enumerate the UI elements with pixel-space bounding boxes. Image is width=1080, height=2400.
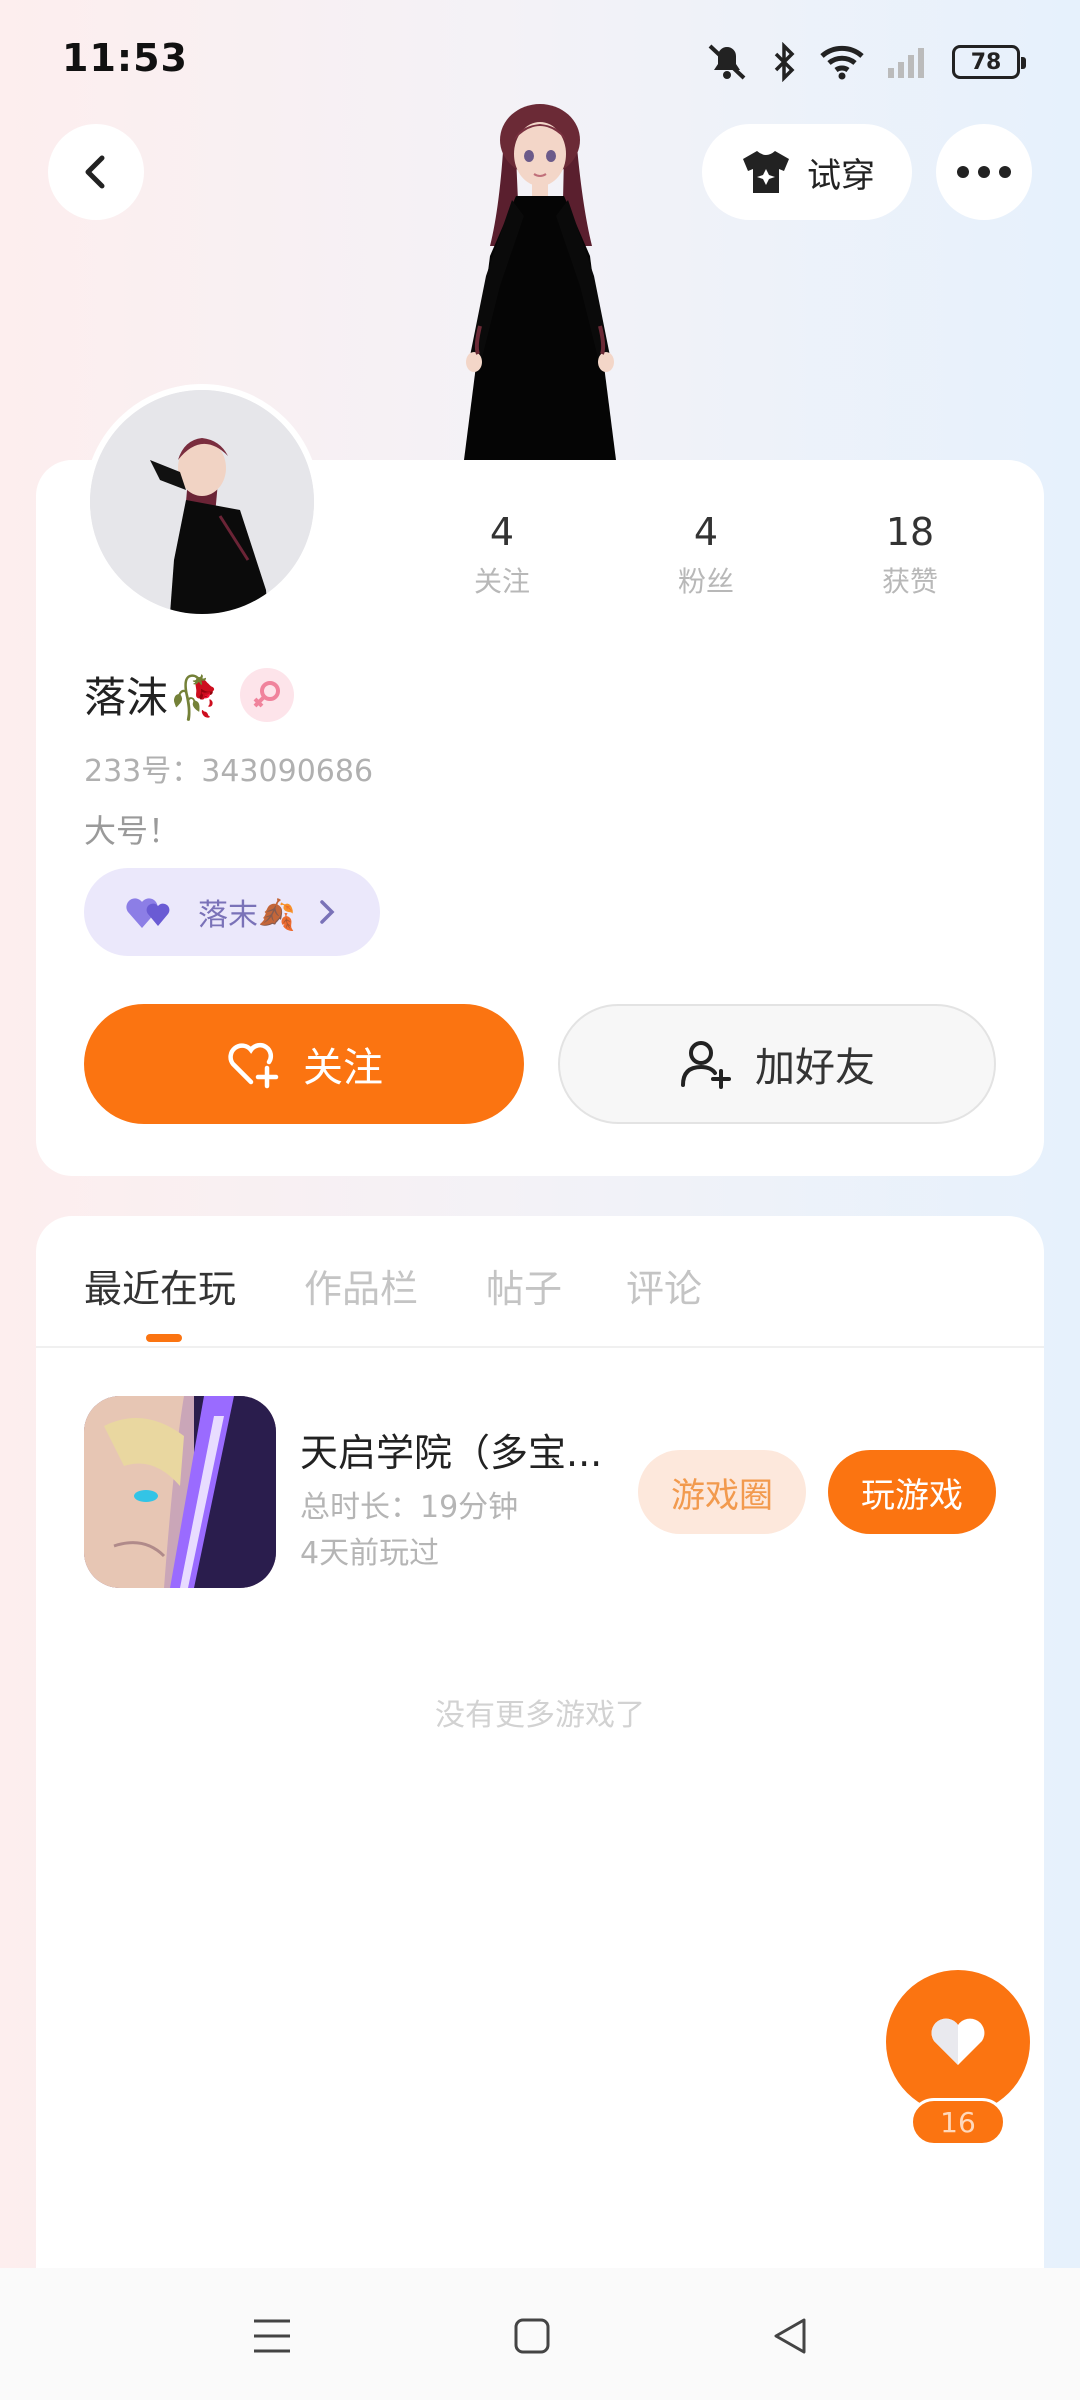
stat-likes-label: 获赞 — [881, 565, 938, 598]
stat-following[interactable]: 4 关注 — [432, 510, 572, 600]
nav-home-button[interactable] — [502, 2306, 562, 2366]
gender-badge — [240, 667, 295, 722]
tab-bar: 最近在玩 作品栏 帖子 评论 — [36, 1216, 1044, 1348]
profile-avatar[interactable] — [84, 384, 320, 620]
game-title: 天启学院（多宝... — [300, 1431, 603, 1475]
game-duration: 总时长：19分钟 — [300, 1490, 519, 1525]
follow-button[interactable]: 关注 — [84, 1004, 524, 1124]
add-friend-button[interactable]: 加好友 — [558, 1004, 996, 1124]
play-game-button[interactable]: 玩游戏 — [828, 1450, 996, 1534]
mute-icon — [708, 44, 746, 80]
tab-recent-playing[interactable]: 最近在玩 — [84, 1258, 236, 1313]
tab-posts[interactable]: 帖子 — [486, 1258, 562, 1313]
stat-followers[interactable]: 4 粉丝 — [636, 510, 776, 600]
more-dots-icon — [957, 166, 1011, 178]
like-count: 16 — [910, 2098, 1006, 2146]
try-on-label: 试穿 — [807, 155, 875, 196]
chevron-left-icon — [85, 155, 105, 189]
chevron-right-icon — [320, 900, 335, 924]
battery-level: 78 — [970, 49, 1002, 75]
stat-followers-num: 4 — [693, 510, 719, 554]
status-icons: 78 — [704, 40, 1026, 84]
stat-followers-label: 粉丝 — [677, 565, 734, 598]
more-button[interactable] — [936, 124, 1032, 220]
nickname-row: 落沫🥀 — [84, 664, 295, 725]
couple-chip[interactable]: 落末🍂 — [84, 868, 380, 956]
game-row[interactable]: 天启学院（多宝... 总时长：19分钟 4天前玩过 游戏圈 玩游戏 — [84, 1396, 1004, 1588]
stats-row: 4 关注 4 粉丝 18 获赞 — [420, 510, 1040, 610]
nickname: 落沫🥀 — [84, 673, 221, 722]
bluetooth-icon — [774, 42, 795, 82]
stat-likes[interactable]: 18 获赞 — [840, 510, 980, 600]
game-circle-button[interactable]: 游戏圈 — [638, 1450, 806, 1534]
system-nav-bar — [0, 2268, 1080, 2400]
user-id: 233号：343090686 — [84, 754, 374, 789]
nav-back-button[interactable] — [760, 2306, 820, 2366]
user-bio: 大号！ — [84, 812, 181, 850]
stat-following-label: 关注 — [473, 565, 530, 598]
tab-indicator — [146, 1334, 182, 1342]
heart-icon — [931, 2018, 985, 2065]
heart-plus-icon — [228, 1042, 279, 1089]
add-friend-label: 加好友 — [755, 1045, 875, 1091]
nav-menu-button[interactable] — [242, 2306, 302, 2366]
double-heart-icon — [126, 898, 170, 928]
avatar-figure[interactable] — [420, 96, 660, 460]
home-square-icon — [514, 2318, 550, 2354]
try-on-button[interactable]: 试穿 — [702, 124, 912, 220]
no-more-text: 没有更多游戏了 — [435, 1698, 645, 1733]
stat-following-num: 4 — [489, 510, 515, 554]
tab-comments[interactable]: 评论 — [626, 1258, 702, 1313]
status-time: 11:53 — [62, 36, 188, 80]
person-add-icon — [681, 1041, 731, 1089]
battery-indicator: 78 — [952, 45, 1026, 79]
tshirt-icon — [743, 151, 789, 193]
game-last-played: 4天前玩过 — [300, 1536, 440, 1571]
game-icon[interactable] — [84, 1396, 276, 1588]
signal-icon — [888, 48, 924, 78]
content-card: 最近在玩 作品栏 帖子 评论 天启学院（多宝... 总时长：19分钟 4天前玩过… — [36, 1216, 1044, 2276]
couple-label: 落末🍂 — [198, 898, 296, 933]
menu-icon — [254, 2319, 290, 2353]
follow-label: 关注 — [303, 1045, 383, 1091]
avatar-image — [90, 390, 314, 614]
tab-works[interactable]: 作品栏 — [304, 1258, 418, 1313]
back-button[interactable] — [48, 124, 144, 220]
wifi-icon — [820, 45, 864, 80]
game-cover-image — [84, 1396, 276, 1588]
triangle-back-icon — [774, 2318, 806, 2354]
female-icon — [253, 680, 281, 707]
like-button[interactable] — [886, 1970, 1030, 2114]
stat-likes-num: 18 — [885, 510, 935, 554]
